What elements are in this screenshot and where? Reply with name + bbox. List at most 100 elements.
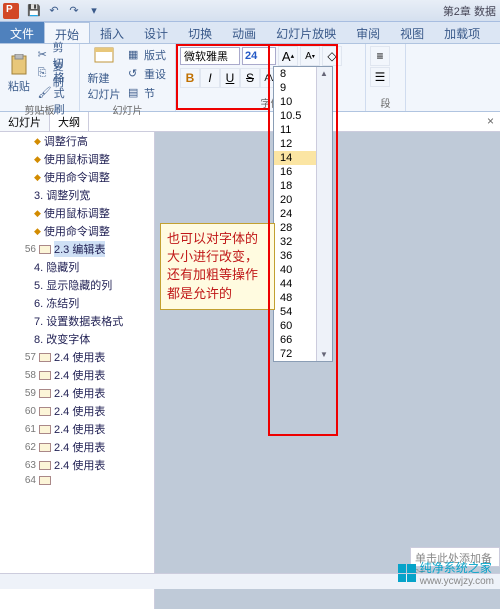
- section-icon: ▤: [128, 86, 142, 100]
- outline-item[interactable]: 6. 冻结列: [0, 294, 154, 312]
- slide-icon: [39, 245, 51, 254]
- dropdown-scrollbar[interactable]: [316, 67, 332, 361]
- slide-number: 64: [20, 475, 36, 486]
- outline-text: 3. 调整列宽: [34, 187, 90, 203]
- para-group-label: 段: [370, 95, 401, 109]
- slide-icon: [39, 407, 51, 416]
- bullet-icon: ◆: [34, 226, 41, 237]
- outline-item[interactable]: 602.4 使用表: [0, 402, 154, 420]
- tab-slideshow[interactable]: 幻灯片放映: [266, 22, 346, 43]
- outline-item[interactable]: 3. 调整列宽: [0, 186, 154, 204]
- ribbon-tabs: 文件 开始 插入 设计 切换 动画 幻灯片放映 审阅 视图 加载项: [0, 22, 500, 44]
- font-name-input[interactable]: [180, 47, 240, 65]
- paste-button[interactable]: 粘贴: [4, 46, 34, 102]
- tab-animation[interactable]: 动画: [222, 22, 266, 43]
- layout-button[interactable]: ▦版式: [126, 46, 168, 64]
- undo-icon[interactable]: ↶: [46, 3, 62, 19]
- outline-text: 7. 设置数据表格式: [34, 313, 123, 329]
- tab-review[interactable]: 审阅: [346, 22, 390, 43]
- watermark: 纯净系统之家 www.ycwjzy.com: [398, 559, 494, 587]
- outline-text: 使用命令调整: [44, 169, 110, 185]
- window-title: 第2章 数据: [102, 3, 500, 19]
- tab-addins[interactable]: 加载项: [434, 22, 490, 43]
- outline-item[interactable]: 8. 改变字体: [0, 330, 154, 348]
- outline-text: 2.4 使用表: [54, 385, 105, 401]
- tab-file[interactable]: 文件: [0, 22, 44, 43]
- slides-group-label: 幻灯片: [84, 102, 171, 116]
- clipboard-group-label: 剪贴板: [4, 102, 75, 116]
- redo-icon[interactable]: ↷: [66, 3, 82, 19]
- clear-format-button[interactable]: ◇: [322, 46, 342, 66]
- outline-item[interactable]: 7. 设置数据表格式: [0, 312, 154, 330]
- slide-icon: [39, 476, 51, 485]
- bullet-icon: ◆: [34, 154, 41, 165]
- outline-pane[interactable]: ◆调整行高◆使用鼠标调整◆使用命令调整3. 调整列宽◆使用鼠标调整◆使用命令调整…: [0, 132, 155, 609]
- bullets-button[interactable]: ≡: [370, 46, 390, 66]
- watermark-name: 纯净系统之家: [420, 559, 494, 576]
- slide-icon: [39, 443, 51, 452]
- save-icon[interactable]: 💾: [26, 3, 42, 19]
- grow-font-button[interactable]: A▴: [278, 46, 298, 66]
- paste-label: 粘贴: [8, 78, 30, 94]
- tab-view[interactable]: 视图: [390, 22, 434, 43]
- outline-item[interactable]: 562.3 编辑表: [0, 240, 154, 258]
- outline-text: 5. 显示隐藏的列: [34, 277, 112, 293]
- bold-button[interactable]: B: [180, 68, 200, 88]
- numbering-button[interactable]: ☰: [370, 67, 390, 87]
- outline-text: 使用命令调整: [44, 223, 110, 239]
- new-slide-button[interactable]: 新建 幻灯片: [84, 46, 124, 102]
- brush-icon: 🖌: [38, 86, 52, 100]
- outline-item[interactable]: 61 2.4 使用表: [0, 420, 154, 438]
- slide-icon: [39, 461, 51, 470]
- tab-design[interactable]: 设计: [134, 22, 178, 43]
- font-size-input[interactable]: [242, 47, 276, 65]
- outline-item[interactable]: ◆使用命令调整: [0, 168, 154, 186]
- tab-transition[interactable]: 切换: [178, 22, 222, 43]
- bullet-icon: ◆: [34, 136, 41, 147]
- outline-text: 2.4 使用表: [54, 457, 105, 473]
- slide-icon: [39, 425, 51, 434]
- strike-button[interactable]: S: [240, 68, 260, 88]
- qat-more-icon[interactable]: ▾: [86, 3, 102, 19]
- scissors-icon: ✂: [38, 48, 51, 62]
- section-button[interactable]: ▤节: [126, 84, 168, 102]
- outline-item[interactable]: ◆使用鼠标调整: [0, 204, 154, 222]
- outline-text: 2.3 编辑表: [54, 241, 105, 257]
- outline-text: 2.4 使用表: [54, 421, 105, 437]
- slide-icon: [39, 353, 51, 362]
- outline-item[interactable]: 582.4 使用表: [0, 366, 154, 384]
- tab-insert[interactable]: 插入: [90, 22, 134, 43]
- outline-item[interactable]: ◆调整行高: [0, 132, 154, 150]
- outline-item[interactable]: 5. 显示隐藏的列: [0, 276, 154, 294]
- copy-icon: ⎘: [38, 67, 51, 81]
- outline-text: 2.4 使用表: [54, 349, 105, 365]
- outline-item[interactable]: 592.4 使用表: [0, 384, 154, 402]
- outline-item[interactable]: 64: [0, 474, 154, 487]
- reset-icon: ↺: [128, 67, 142, 81]
- layout-icon: ▦: [128, 48, 142, 62]
- outline-item[interactable]: 4. 隐藏列: [0, 258, 154, 276]
- outline-item[interactable]: ◆使用鼠标调整: [0, 150, 154, 168]
- slide-number: 61: [20, 424, 36, 435]
- outline-item[interactable]: 57 2.4 使用表: [0, 348, 154, 366]
- watermark-icon: [398, 564, 416, 582]
- slide-icon: [39, 371, 51, 380]
- slide-icon: [39, 389, 51, 398]
- outline-item[interactable]: 632.4 使用表: [0, 456, 154, 474]
- font-size-dropdown[interactable]: 891010.511121416182024283236404448546066…: [273, 66, 333, 362]
- new-slide-label: 新建 幻灯片: [88, 70, 121, 102]
- clipboard-icon: [8, 54, 30, 76]
- bullet-icon: ◆: [34, 172, 41, 183]
- format-painter-button[interactable]: 🖌格式刷: [36, 84, 75, 102]
- pane-close-button[interactable]: ×: [481, 112, 500, 131]
- slide-number: 57: [20, 352, 36, 363]
- outline-item[interactable]: ◆使用命令调整: [0, 222, 154, 240]
- italic-button[interactable]: I: [200, 68, 220, 88]
- underline-button[interactable]: U: [220, 68, 240, 88]
- shrink-font-button[interactable]: A▾: [300, 46, 320, 66]
- watermark-url: www.ycwjzy.com: [420, 576, 494, 587]
- reset-button[interactable]: ↺重设: [126, 65, 168, 83]
- outline-item[interactable]: 622.4 使用表: [0, 438, 154, 456]
- outline-text: 6. 冻结列: [34, 295, 79, 311]
- ribbon: 粘贴 ✂剪切 ⎘复制 🖌格式刷 剪贴板 新建 幻灯片 ▦版式 ↺重设 ▤节 幻灯…: [0, 44, 500, 112]
